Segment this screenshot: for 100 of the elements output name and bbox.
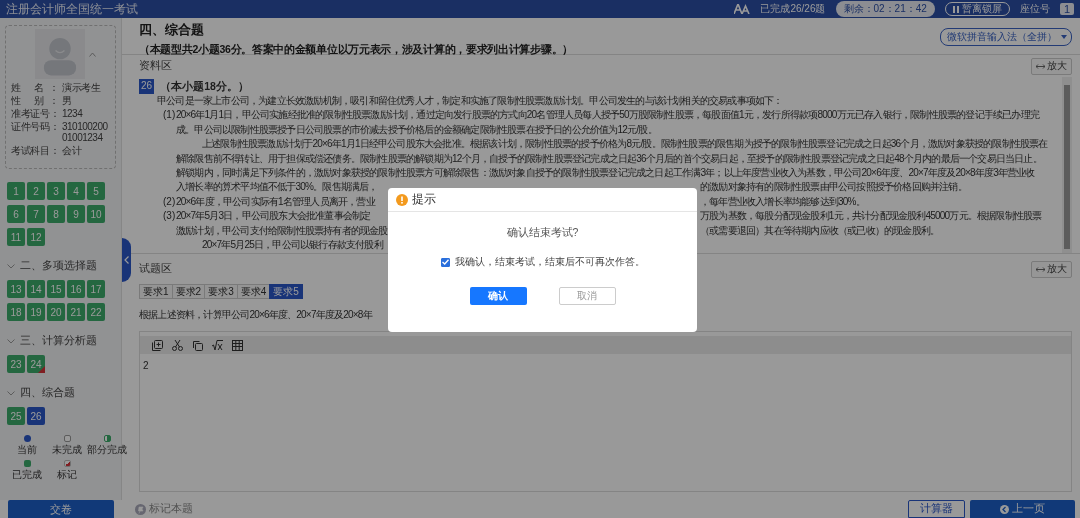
expand-icon bbox=[1036, 63, 1045, 69]
material-text: ，每年营业收入增长率均能够达到30%。 bbox=[700, 194, 865, 209]
field-value: 1234 bbox=[62, 108, 84, 119]
formula-icon[interactable] bbox=[212, 339, 223, 351]
seat-label: 座位号 bbox=[1019, 2, 1050, 16]
calculator-button[interactable]: 计算器 bbox=[908, 500, 965, 518]
dialog-message: 确认结束考试? bbox=[506, 226, 579, 238]
cut-icon[interactable] bbox=[172, 339, 183, 351]
question-number-button[interactable]: 11 bbox=[7, 228, 25, 246]
field-label: 性 别： bbox=[11, 95, 59, 106]
collapse-handle[interactable] bbox=[122, 238, 131, 282]
item-label: (1) bbox=[163, 108, 176, 123]
warning-icon bbox=[396, 193, 408, 206]
material-text: 解除限售前不得转让、用于担保或偿还债务。限制性股票的解锁期为12个月，自授予的限制性股票登记完成之日起36个月后的首个交易日起，至授予的限制性股票登记完成之日起48个月内的最后一个交易日当日止。 bbox=[176, 151, 1042, 166]
app-title: 注册会计师全国统一考试 bbox=[6, 0, 138, 18]
material-text: 20×7年5月3日，甲公司股东大会批准董事会制定 bbox=[176, 209, 372, 224]
field-value: 会计 bbox=[62, 145, 83, 156]
field-label: 证件号码： bbox=[11, 121, 59, 134]
requirement-tab[interactable]: 要求3 bbox=[204, 284, 238, 299]
question-number-button[interactable]: 23 bbox=[7, 355, 25, 373]
material-label: 资料区 bbox=[139, 59, 172, 73]
field-label: 姓 名： bbox=[11, 82, 59, 93]
question-number-button[interactable]: 12 bbox=[27, 228, 45, 246]
material-text: 激励计划，甲公司支付给限制性股票持有者的现金股 bbox=[176, 223, 388, 238]
answer-editor[interactable]: 2 bbox=[139, 331, 1072, 492]
item-label: (2) bbox=[163, 194, 176, 209]
zoom-button[interactable]: 放大 bbox=[1031, 57, 1072, 75]
legend-label: 标记 bbox=[57, 468, 77, 482]
question-number-button[interactable]: 21 bbox=[67, 303, 85, 321]
scrollbar[interactable] bbox=[1062, 77, 1072, 253]
checkbox-label: 我确认，结束考试，结束后不可再次作答。 bbox=[454, 255, 645, 269]
requirement-tab[interactable]: 要求5 bbox=[269, 284, 303, 299]
requirement-tab[interactable]: 要求1 bbox=[139, 284, 173, 299]
material-text: 甲公司是一家上市公司，为建立长效激励机制，吸引和留住优秀人才，制定和实施了限制性股票激励计划。甲公司发生的与该计划相关的交易或事项如下： bbox=[157, 94, 783, 108]
paste-icon[interactable] bbox=[152, 339, 163, 351]
material-text: 入增长率的算术平均值不低于30%。限售期满后， bbox=[176, 180, 379, 195]
field-value: 演示考生 bbox=[62, 82, 102, 93]
flag-question-button[interactable]: 标记本题 bbox=[135, 500, 193, 518]
question-number-button[interactable]: 4 bbox=[67, 182, 85, 200]
requirement-tab[interactable]: 要求2 bbox=[171, 284, 206, 299]
question-number-button[interactable]: 26 bbox=[27, 407, 45, 425]
expand-icon bbox=[1036, 266, 1045, 272]
question-number-button[interactable]: 13 bbox=[7, 280, 25, 298]
section-title[interactable]: 四、综合题 bbox=[20, 386, 75, 400]
question-number-button[interactable]: 9 bbox=[67, 205, 85, 223]
legend-label: 部分完成 bbox=[87, 443, 127, 457]
question-number-button[interactable]: 6 bbox=[7, 205, 25, 223]
question-number-button[interactable]: 7 bbox=[27, 205, 45, 223]
font-size-icon[interactable] bbox=[734, 4, 751, 14]
input-method-dropdown[interactable]: 微软拼音输入法（全拼） bbox=[940, 28, 1072, 46]
score-text: （本小题18分。） bbox=[160, 79, 249, 94]
field-label: 考试科目： bbox=[11, 145, 59, 156]
timer: 剩余：02：21：42 bbox=[835, 1, 935, 17]
material-text: 解锁期内，同时满足下列条件的，激励对象获授的限制性股票方可解除限售：激励对象自授予的限制性股票登记完成之日起工作满3年；以上年度营业收入为基数，甲公司20×6年度、20×7年度及20×8年度3年营业收 bbox=[176, 166, 1035, 181]
legend-label: 已完成 bbox=[12, 468, 42, 482]
question-number: 26 bbox=[139, 79, 155, 94]
back-icon bbox=[1000, 504, 1009, 514]
requirement-tab[interactable]: 要求4 bbox=[236, 284, 271, 299]
cancel-button[interactable]: 取消 bbox=[558, 287, 616, 305]
question-number-button[interactable]: 15 bbox=[47, 280, 65, 298]
confirm-checkbox[interactable] bbox=[440, 257, 450, 267]
question-number-button[interactable]: 3 bbox=[47, 182, 65, 200]
pin-icon bbox=[135, 503, 146, 515]
avatar-icon bbox=[35, 29, 85, 79]
zoom-button[interactable]: 放大 bbox=[1031, 260, 1072, 278]
dialog-title: 提示 bbox=[412, 191, 436, 208]
field-value: 31010020001001234 bbox=[62, 121, 109, 143]
question-number-button[interactable]: 14 bbox=[27, 280, 45, 298]
question-number-button[interactable]: 24 bbox=[27, 355, 45, 373]
question-number-button[interactable]: 16 bbox=[67, 280, 85, 298]
previous-page-button[interactable]: 上一页 bbox=[970, 500, 1075, 518]
question-number-button[interactable]: 2 bbox=[27, 182, 45, 200]
question-number-button[interactable]: 19 bbox=[27, 303, 45, 321]
part-title: 四、综合题 bbox=[139, 21, 205, 39]
question-number-button[interactable]: 18 bbox=[7, 303, 25, 321]
material-text: 的激励对象持有的限制性股票由甲公司按照授予价格回购并注销。 bbox=[700, 180, 967, 195]
legend-label: 当前 bbox=[17, 443, 37, 457]
question-number-button[interactable]: 22 bbox=[87, 303, 105, 321]
confirm-button[interactable]: 确认 bbox=[469, 287, 527, 305]
copy-icon[interactable] bbox=[192, 339, 203, 351]
question-number-button[interactable]: 8 bbox=[47, 205, 65, 223]
material-text: 20×6年1月1日，甲公司实施经批准的限制性股票激励计划，通过定向发行股票的方式向20名管理人员每人授予50万股限制性股票，每股面值1元，发行所得款项8000万元已存入银行，限制性股票的登记手续已办理完 bbox=[176, 108, 1039, 123]
question-text: 根据上述资料，计算甲公司20×6年度、20×7年度及20×8年 bbox=[139, 309, 372, 320]
submit-button[interactable]: 交卷 bbox=[8, 500, 114, 518]
question-area-label: 试题区 bbox=[139, 262, 172, 276]
field-label: 准考证号： bbox=[11, 108, 59, 119]
section-title[interactable]: 二、多项选择题 bbox=[20, 259, 97, 273]
question-number-button[interactable]: 25 bbox=[7, 407, 25, 425]
legend-label: 未完成 bbox=[52, 443, 82, 457]
material-text: 20×6年度，甲公司实际有1名管理人员离开，营业 bbox=[176, 194, 377, 209]
material-text: （或需要退回）其在等待期内应收（或已收）的现金股利。 bbox=[700, 223, 940, 238]
question-number-button[interactable]: 5 bbox=[87, 182, 105, 200]
progress-text: 已完成26/26题 bbox=[760, 2, 826, 16]
question-number-button[interactable]: 20 bbox=[47, 303, 65, 321]
question-number-button[interactable]: 1 bbox=[7, 182, 25, 200]
part-note: （本题型共2小题36分。答案中的金额单位以万元表示，涉及计算的，要求列出计算步骤。） bbox=[139, 43, 573, 57]
answer-text: 2 bbox=[143, 360, 149, 371]
table-icon[interactable] bbox=[232, 339, 243, 351]
question-number-button[interactable]: 17 bbox=[87, 280, 105, 298]
question-number-button[interactable]: 10 bbox=[87, 205, 105, 223]
